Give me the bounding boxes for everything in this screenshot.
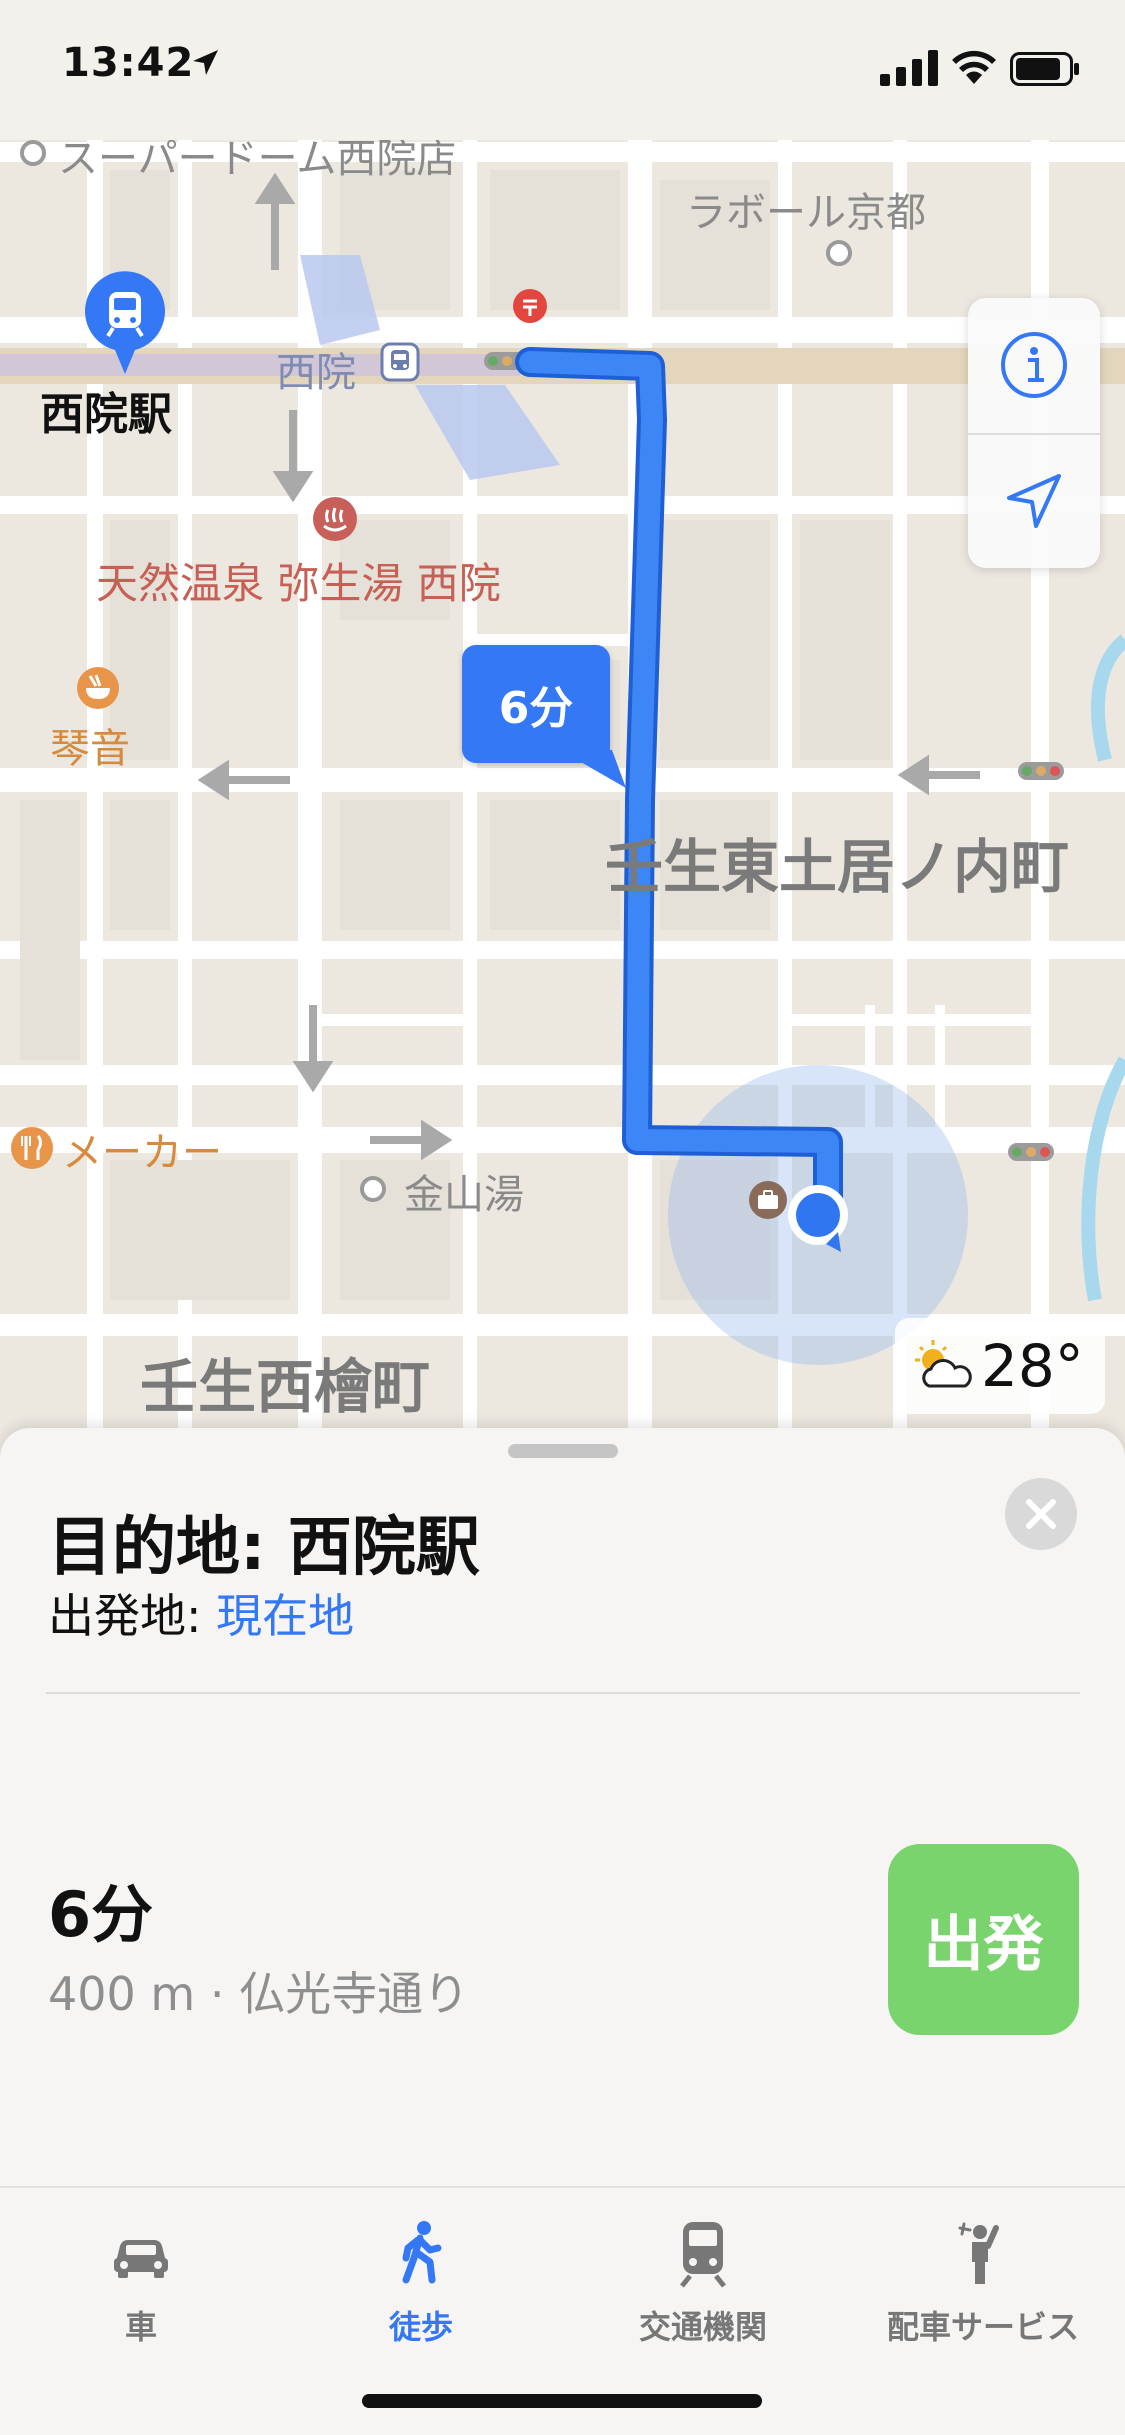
tab-ride-share-label: 配車サービス (886, 2308, 1079, 2346)
train-icon (680, 2222, 726, 2288)
destination-title: 目的地: 西院駅 (48, 1511, 480, 1585)
district-label-west: 壬生西檜町 (140, 1353, 431, 1421)
tram-icon (380, 342, 420, 386)
home-indicator[interactable] (362, 2394, 762, 2408)
map-info-button[interactable] (968, 298, 1100, 432)
restaurant-icon (10, 1126, 54, 1174)
tab-ride-share[interactable]: 配車サービス (858, 2218, 1108, 2368)
tab-car-label: 車 (124, 2308, 157, 2346)
go-button[interactable]: 出発 (888, 1844, 1079, 2035)
noodle-icon (76, 666, 120, 714)
route-time: 6分 (48, 1878, 154, 1951)
hail-icon (958, 2222, 999, 2284)
tab-walking-label: 徒歩 (388, 2308, 453, 2346)
briefcase-icon (749, 1181, 787, 1219)
tram-icon (380, 342, 420, 382)
wifi-icon (952, 50, 996, 84)
restaurant-icon (11, 1127, 53, 1169)
poi-label-labor[interactable]: ラボール京都 (686, 180, 926, 238)
route-eta-bubble[interactable]: 6分 (462, 645, 610, 763)
poi-label-maker[interactable]: メーカー (62, 1120, 222, 1178)
sheet-divider (46, 1692, 1080, 1694)
weather-badge[interactable]: 28° (895, 1318, 1105, 1414)
close-button[interactable] (1005, 1478, 1077, 1550)
district-label-east: 壬生東土居ノ内町 (605, 833, 1070, 901)
poi-dot-icon (360, 1176, 386, 1202)
onsen-icon (313, 497, 357, 541)
map-controls (968, 298, 1100, 568)
signal-icon (880, 50, 938, 86)
origin-value-link[interactable]: 現在地 (216, 1589, 354, 1643)
car-icon (114, 2240, 168, 2278)
noodle-icon (77, 667, 119, 709)
status-time: 13:42 (62, 40, 195, 86)
battery-icon (1010, 52, 1079, 86)
tab-walking[interactable]: 徒歩 (296, 2218, 546, 2368)
partly-sunny-icon (915, 1340, 972, 1388)
walking-icon (402, 2221, 442, 2284)
weather-temp: 28° (981, 1332, 1084, 1400)
info-icon (1001, 332, 1067, 398)
map-base (0, 140, 1125, 1460)
sheet-grabber[interactable] (508, 1444, 618, 1458)
poi-label-superdome[interactable]: スーパードーム西院店 (58, 140, 456, 184)
poi-dot-icon (826, 240, 852, 266)
briefcase-icon (748, 1180, 788, 1224)
station-pin-icon (85, 271, 165, 374)
station-pin-icon[interactable] (82, 270, 168, 380)
post-office-icon (512, 288, 548, 328)
poi-label-kanayama[interactable]: 金山湯 (404, 1162, 524, 1220)
poi-dot-icon (20, 140, 46, 166)
tab-transit-label: 交通機関 (638, 2308, 767, 2346)
eta-bubble-tail (560, 750, 626, 788)
status-bar: 13:42 (0, 0, 1125, 140)
poi-dot-icon (826, 240, 852, 270)
poi-label-kotone[interactable]: 琴音 (50, 716, 130, 774)
poi-dot-icon (20, 140, 46, 166)
location-arrow-icon (1007, 474, 1061, 528)
map-view[interactable]: スーパードーム西院店 ラボール京都 西院駅 西院 天然温泉 弥生湯 西院 琴音 … (0, 140, 1125, 1460)
tracking-button[interactable] (968, 434, 1100, 568)
station-line-label: 西院 (276, 350, 356, 396)
poi-dot-icon (360, 1176, 386, 1206)
origin-label: 出発地: (48, 1589, 217, 1643)
onsen-icon (312, 496, 358, 546)
tab-transit[interactable]: 交通機関 (578, 2218, 828, 2368)
origin-line: 出発地: 現在地 (48, 1580, 354, 1646)
post-office-icon (513, 289, 547, 323)
close-icon (1026, 1499, 1056, 1529)
poi-label-onsen[interactable]: 天然温泉 弥生湯 西院 (96, 550, 501, 611)
location-arrow-icon (193, 50, 218, 75)
route-detail: 400 m · 仏光寺通り (48, 1967, 470, 2021)
tab-car[interactable]: 車 (16, 2218, 266, 2368)
station-pin-label[interactable]: 西院駅 (40, 378, 172, 442)
